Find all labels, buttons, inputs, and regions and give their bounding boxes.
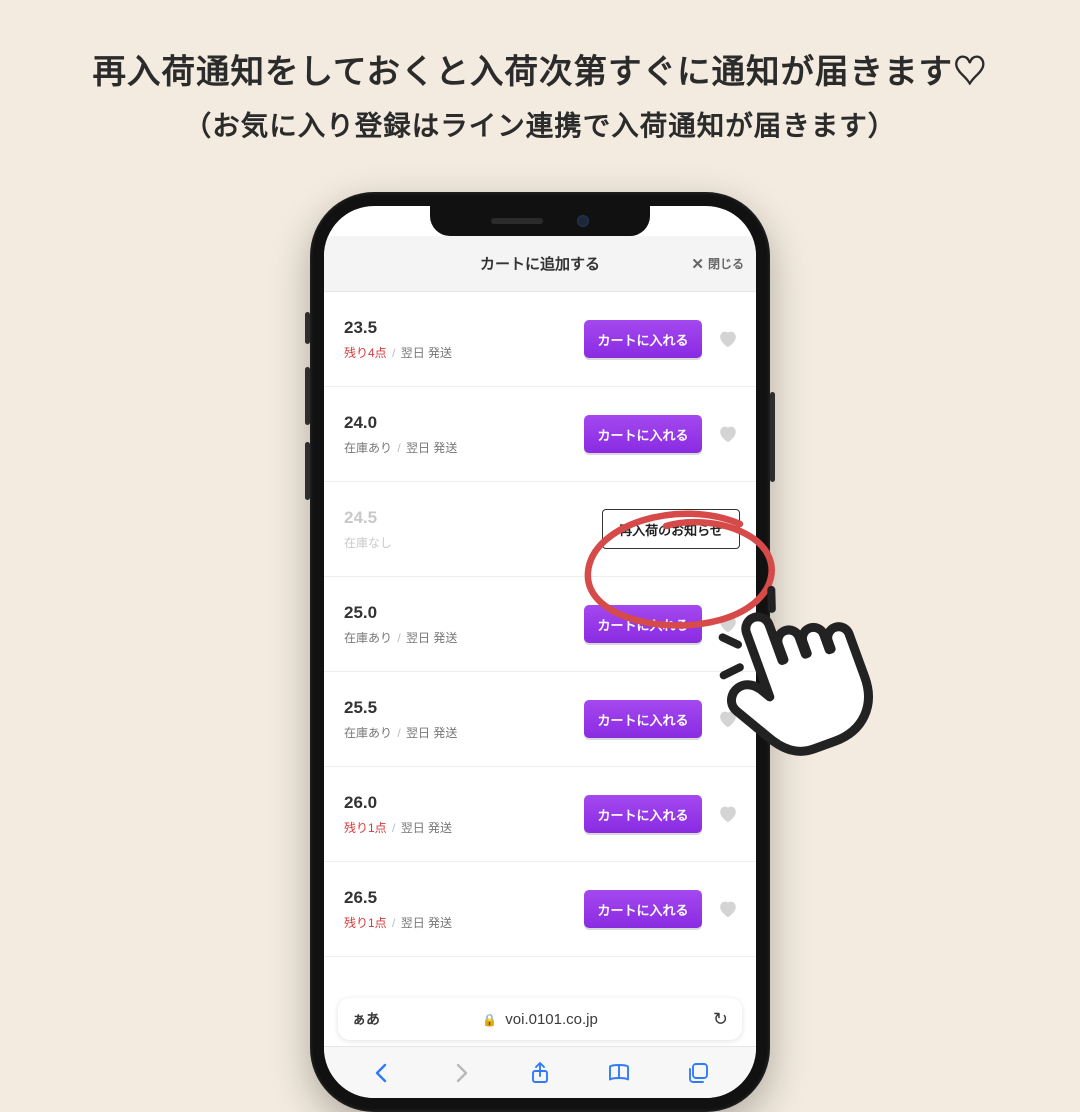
safari-url-text: voi.0101.co.jp xyxy=(505,1011,598,1028)
sheet-header: カートに追加する ✕ 閉じる xyxy=(324,236,756,292)
bookmarks-icon[interactable] xyxy=(606,1060,632,1086)
stock-label: 在庫あり / 翌日 発送 xyxy=(344,629,584,646)
add-to-cart-button[interactable]: カートに入れる xyxy=(584,890,702,928)
size-label: 26.0 xyxy=(344,793,584,813)
phone-notch xyxy=(430,206,650,236)
size-label: 23.5 xyxy=(344,318,584,338)
close-button[interactable]: ✕ 閉じる xyxy=(691,255,744,273)
back-icon[interactable] xyxy=(369,1060,395,1086)
list-item: 24.5 在庫なし再入荷のお知らせ xyxy=(324,482,756,577)
reload-icon[interactable]: ↻ xyxy=(713,1009,728,1030)
safari-text-size-button[interactable]: ぁあ xyxy=(352,1009,380,1029)
add-to-cart-button[interactable]: カートに入れる xyxy=(584,415,702,453)
stock-label: 残り1点 / 翌日 発送 xyxy=(344,914,584,931)
close-icon: ✕ xyxy=(691,255,704,273)
size-label: 24.5 xyxy=(344,508,602,528)
favorite-heart-icon[interactable] xyxy=(716,707,740,731)
stock-label: 残り1点 / 翌日 発送 xyxy=(344,819,584,836)
restock-notify-button[interactable]: 再入荷のお知らせ xyxy=(602,509,740,549)
sheet-title: カートに追加する xyxy=(480,253,600,274)
list-item: 25.5 在庫あり / 翌日 発送カートに入れる xyxy=(324,672,756,767)
size-label: 25.5 xyxy=(344,698,584,718)
list-item: 26.0 残り1点 / 翌日 発送カートに入れる xyxy=(324,767,756,862)
favorite-heart-icon[interactable] xyxy=(716,897,740,921)
close-label: 閉じる xyxy=(708,255,744,272)
list-item: 24.0 在庫あり / 翌日 発送カートに入れる xyxy=(324,387,756,482)
favorite-heart-icon[interactable] xyxy=(716,422,740,446)
stock-label: 残り4点 / 翌日 発送 xyxy=(344,344,584,361)
promo-headline-2: （お気に入り登録はライン連携で入荷通知が届きます） xyxy=(0,103,1080,143)
phone-mockup: カートに追加する ✕ 閉じる 23.5残り4点 / 翌日 発送カートに入れる24… xyxy=(310,192,770,1112)
add-to-cart-button[interactable]: カートに入れる xyxy=(584,320,702,358)
favorite-heart-icon[interactable] xyxy=(716,327,740,351)
list-item: 26.5 残り1点 / 翌日 発送カートに入れる xyxy=(324,862,756,957)
size-label: 25.0 xyxy=(344,603,584,623)
size-label: 26.5 xyxy=(344,888,584,908)
list-item: 25.0 在庫あり / 翌日 発送カートに入れる xyxy=(324,577,756,672)
favorite-heart-icon[interactable] xyxy=(716,802,740,826)
tabs-icon[interactable] xyxy=(685,1060,711,1086)
size-list[interactable]: 23.5残り4点 / 翌日 発送カートに入れる24.0在庫あり / 翌日 発送カ… xyxy=(324,292,756,998)
stock-label: 在庫あり / 翌日 発送 xyxy=(344,724,584,741)
forward-icon xyxy=(448,1060,474,1086)
stock-label: 在庫あり / 翌日 発送 xyxy=(344,439,584,456)
size-label: 24.0 xyxy=(344,413,584,433)
list-item: 23.5 残り4点 / 翌日 発送カートに入れる xyxy=(324,292,756,387)
add-to-cart-button[interactable]: カートに入れる xyxy=(584,605,702,643)
share-icon[interactable] xyxy=(527,1060,553,1086)
phone-power-button xyxy=(770,392,775,482)
add-to-cart-button[interactable]: カートに入れる xyxy=(584,700,702,738)
stock-label: 在庫なし xyxy=(344,534,602,551)
safari-toolbar xyxy=(324,1046,756,1098)
lock-icon: 🔒 xyxy=(482,1013,497,1027)
promo-headline-1: 再入荷通知をしておくと入荷次第すぐに通知が届きます♡ xyxy=(0,44,1080,93)
favorite-heart-icon[interactable] xyxy=(716,612,740,636)
safari-url-bar[interactable]: ぁあ 🔒 voi.0101.co.jp ↻ xyxy=(338,998,742,1040)
add-to-cart-button[interactable]: カートに入れる xyxy=(584,795,702,833)
